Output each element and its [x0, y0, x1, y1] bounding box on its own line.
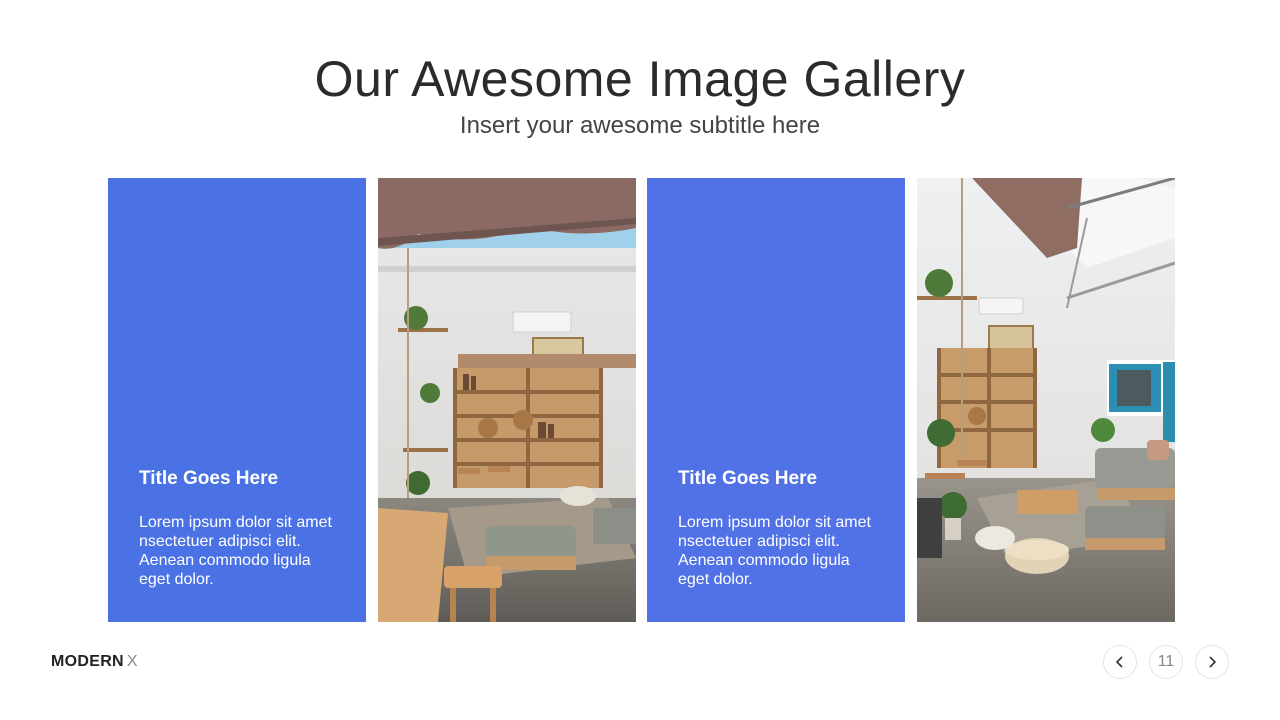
text-card-1: Title Goes Here Lorem ipsum dolor sit am… — [108, 178, 366, 622]
card-text: Lorem ipsum dolor sit amet nsectetuer ad… — [678, 514, 871, 588]
slide: Our Awesome Image Gallery Insert your aw… — [0, 0, 1280, 720]
brand-logo: MODERN X — [51, 653, 138, 671]
gallery-photo-2 — [917, 178, 1175, 622]
brand-mark: X — [126, 653, 138, 670]
page-title: Our Awesome Image Gallery — [314, 51, 966, 107]
card-title: Title Goes Here — [678, 468, 818, 489]
prev-slide-button[interactable] — [1103, 645, 1137, 679]
page-subtitle: Insert your awesome subtitle here — [459, 112, 821, 139]
lounge-interior-photo — [917, 178, 1175, 622]
chevron-left-icon — [1115, 656, 1123, 668]
brand-name: MODERN — [51, 653, 124, 670]
cafe-interior-photo — [378, 178, 636, 622]
page-number-badge: 11 — [1149, 645, 1183, 679]
card-text: Lorem ipsum dolor sit amet nsectetuer ad… — [139, 514, 332, 588]
text-card-2: Title Goes Here Lorem ipsum dolor sit am… — [647, 178, 905, 622]
card-title: Title Goes Here — [139, 468, 279, 489]
page-number: 11 — [1157, 653, 1175, 670]
next-slide-button[interactable] — [1195, 645, 1229, 679]
chevron-right-icon — [1209, 656, 1217, 668]
gallery-photo-1 — [378, 178, 636, 622]
